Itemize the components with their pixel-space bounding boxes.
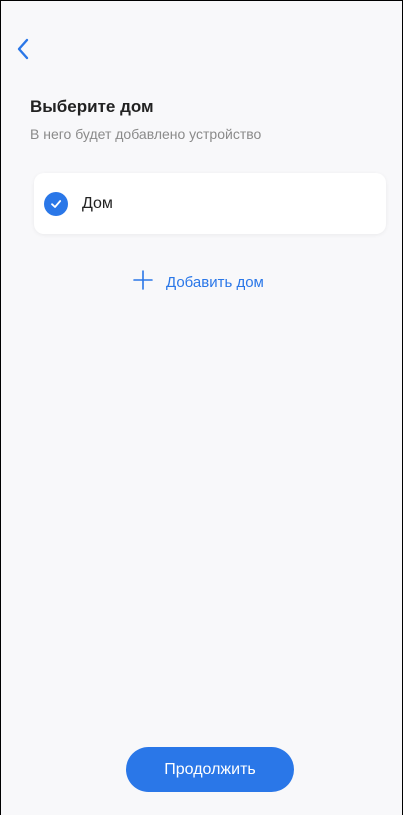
chevron-left-icon [16, 38, 30, 65]
home-option-dom[interactable]: Дом [34, 173, 386, 234]
add-home-label: Добавить дом [166, 273, 264, 291]
page-subtitle: В него будет добавлено устройство [30, 126, 262, 142]
page-title: Выберите дом [30, 97, 154, 116]
continue-button[interactable]: Продолжить [126, 747, 294, 792]
plus-icon [132, 269, 154, 296]
app-screen: Выберите дом В него будет добавлено устр… [0, 0, 403, 815]
back-button[interactable] [9, 37, 37, 65]
add-home-button[interactable]: Добавить дом [132, 269, 264, 295]
checkmark-icon [44, 191, 68, 216]
home-option-label: Дом [82, 194, 113, 212]
